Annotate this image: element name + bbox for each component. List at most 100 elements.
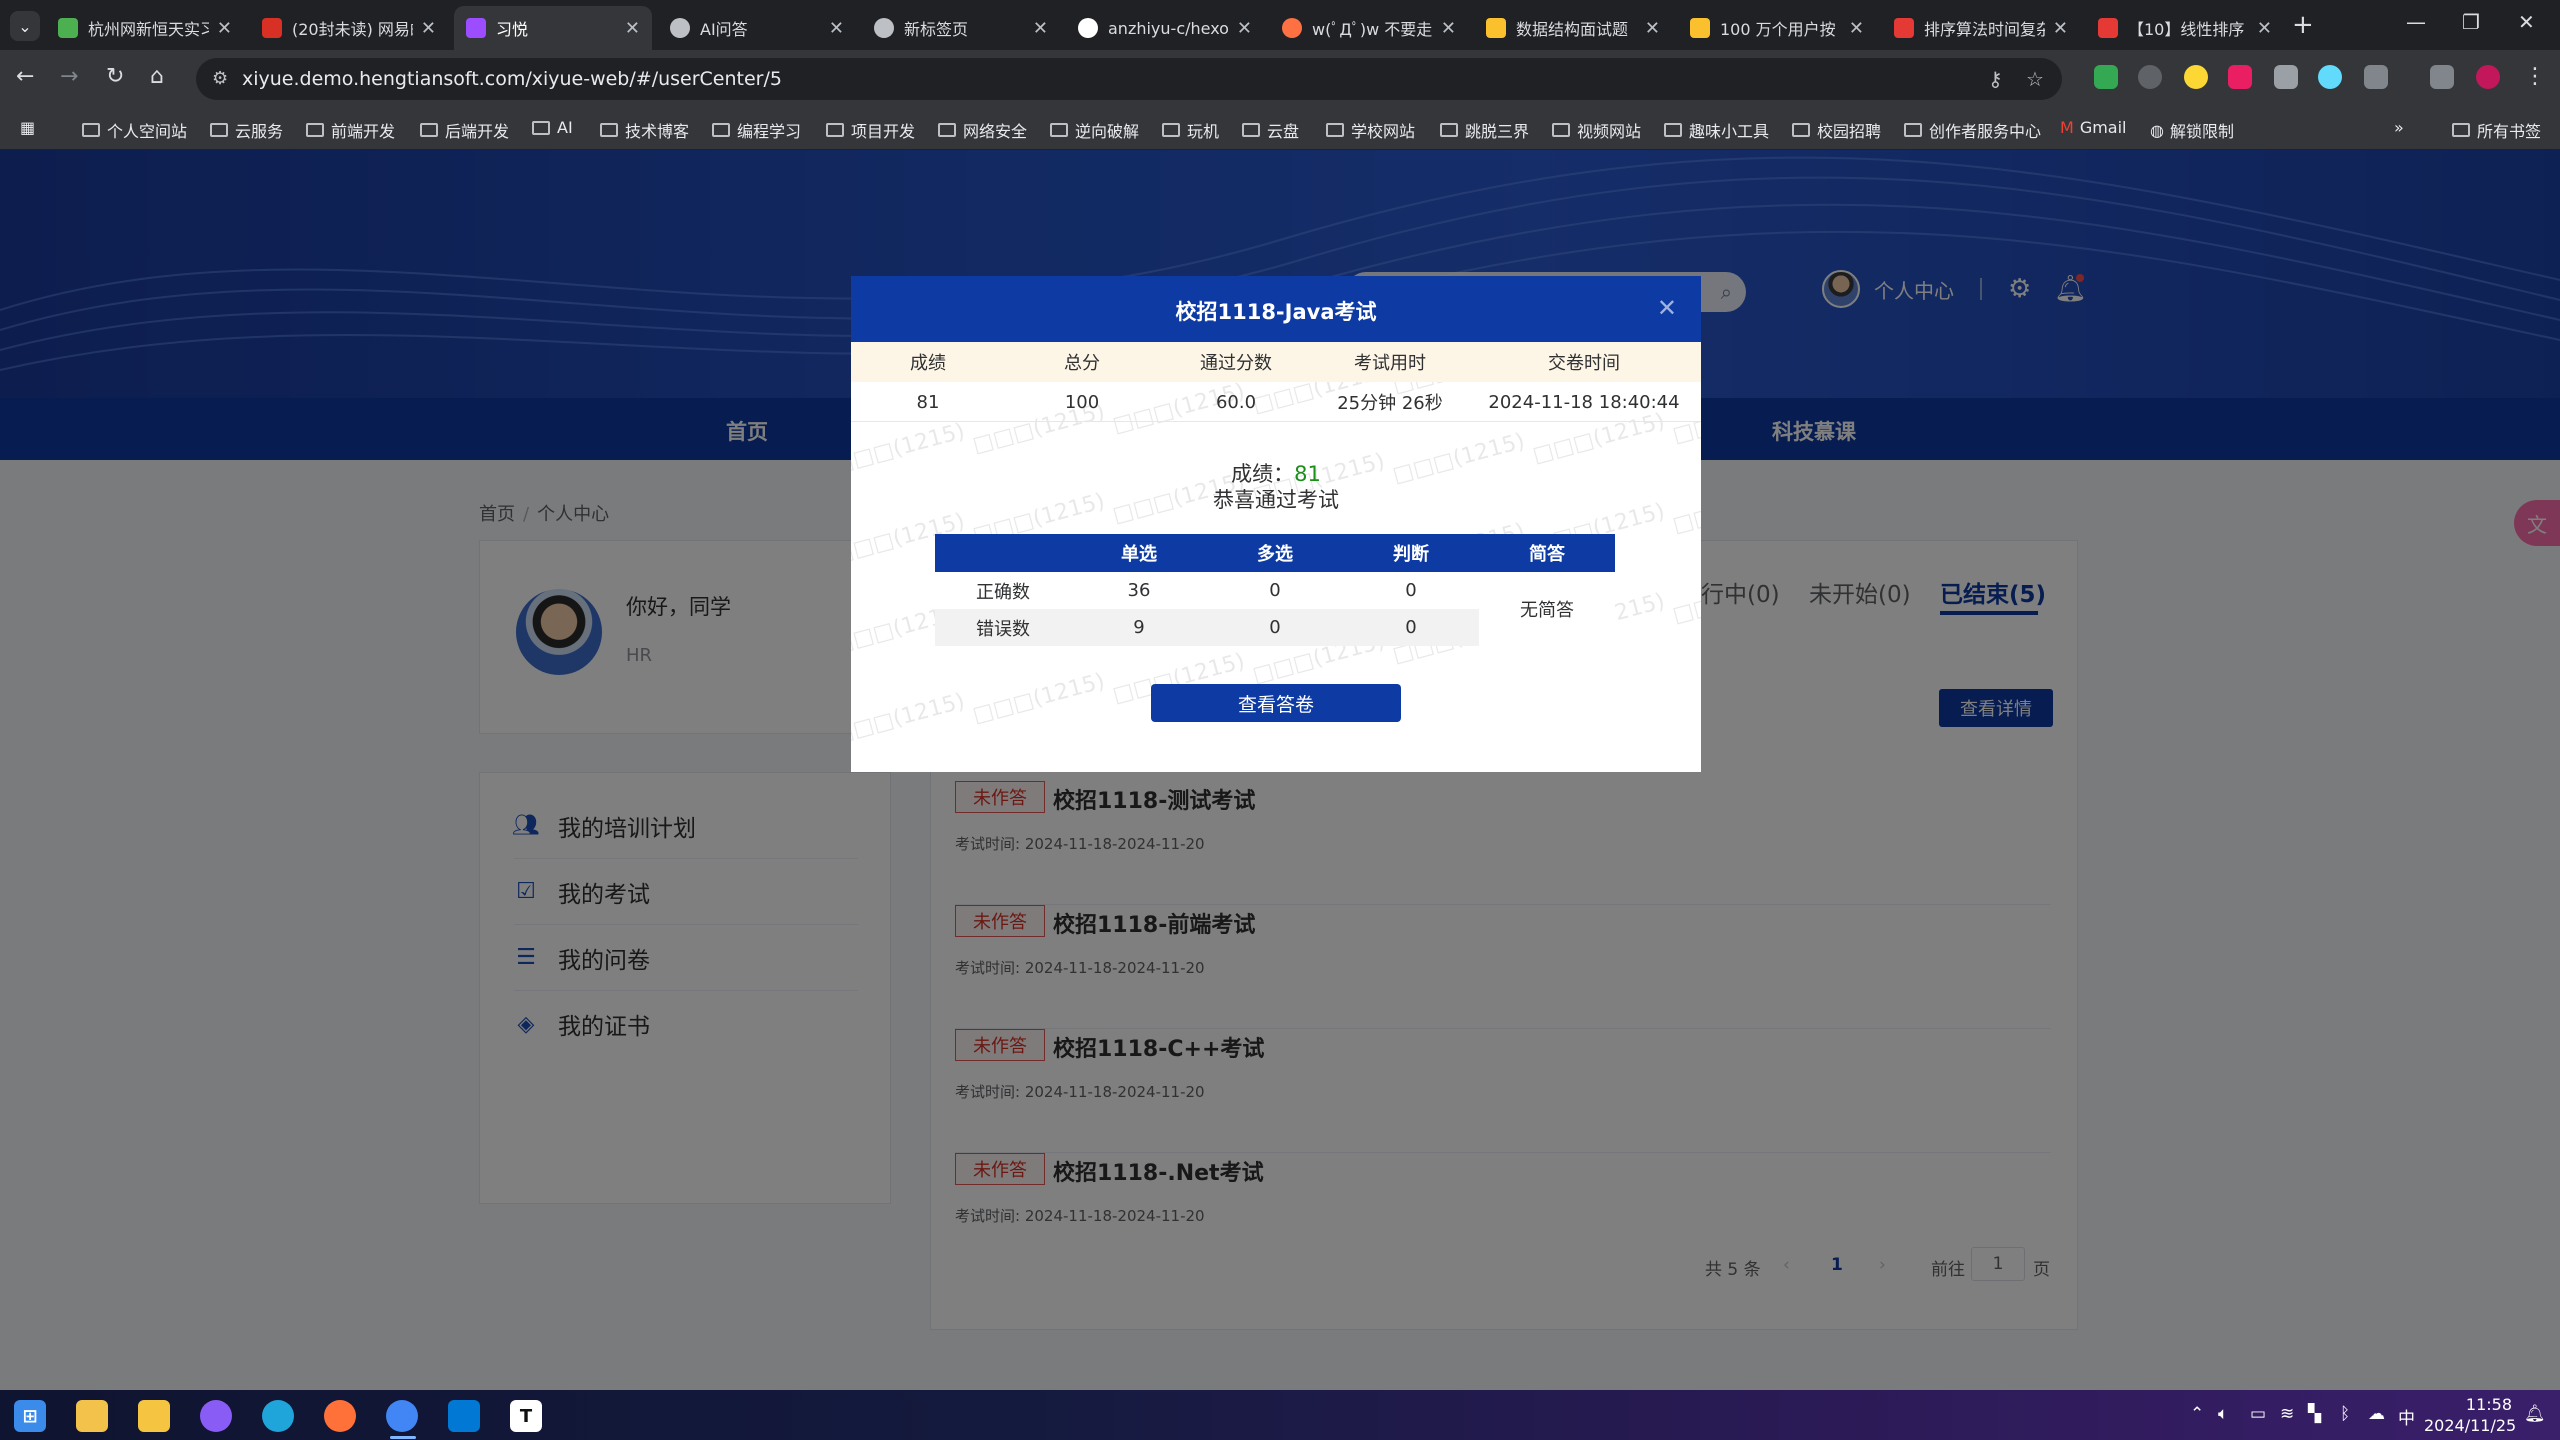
bookmark-label: 云盘 [1267,122,1300,141]
browser-tab[interactable]: 排序算法时间复杂 ✕ [1882,6,2080,50]
close-icon[interactable]: ✕ [1657,294,1677,322]
bookmark-folder[interactable]: 云盘 [1242,118,1299,142]
wifi-icon[interactable]: ≋ [2280,1404,2294,1424]
bookmark-folder[interactable]: 逆向破解 [1050,118,1139,142]
close-icon[interactable]: ✕ [1033,18,1048,39]
firefox-icon[interactable] [324,1400,356,1432]
password-key-icon[interactable]: ⚷ [1988,67,2003,91]
back-icon[interactable]: ← [16,64,34,89]
browser-tab-active[interactable]: 习悦 ✕ [454,6,652,50]
bookmark-folder[interactable]: 趣味小工具 [1664,118,1769,142]
bookmark-folder[interactable]: 技术博客 [600,118,689,142]
dark-mode-icon[interactable] [2184,65,2208,89]
battery-icon[interactable]: ▭ [2250,1404,2266,1424]
typora-icon[interactable]: T [510,1400,542,1432]
browser-tab[interactable]: anzhiyu-c/hexo ✕ [1066,6,1264,50]
extension-icon[interactable] [2094,65,2118,89]
bluetooth-icon[interactable]: ᛒ [2340,1404,2350,1424]
summary-cell-total: 100 [1064,391,1100,413]
close-icon[interactable]: ✕ [1645,18,1660,39]
system-clock[interactable]: 11:58 2024/11/25 [2424,1394,2516,1436]
browser-tab[interactable]: (20封未读) 网易邮箱 ✕ [250,6,448,50]
edge-icon[interactable] [262,1400,294,1432]
download-icon[interactable] [2430,65,2454,89]
input-method-indicator[interactable]: 中 [2398,1404,2415,1429]
bookmark-folder[interactable]: 项目开发 [826,118,915,142]
profile-avatar-icon[interactable] [2476,65,2500,89]
tab-favicon [58,18,78,38]
notification-center-icon[interactable]: 🔔︎ [2524,1404,2546,1424]
extension-icon[interactable] [2138,65,2162,89]
bookmark-folder[interactable]: 视频网站 [1552,118,1641,142]
bookmark-folder[interactable]: 前端开发 [306,118,395,142]
all-bookmarks[interactable]: 所有书签 [2452,118,2541,142]
browser-tab[interactable]: w(ﾟДﾟ)w 不要走 ✕ [1270,6,1468,50]
view-answer-sheet-button[interactable]: 查看答卷 [1151,684,1401,722]
close-icon[interactable]: ✕ [829,18,844,39]
bookmark-folder[interactable]: 学校网站 [1326,118,1415,142]
close-icon[interactable]: ✕ [217,18,232,39]
address-bar[interactable]: ⚙ xiyue.demo.hengtiansoft.com/xiyue-web/… [196,58,2062,100]
vscode-icon[interactable] [448,1400,480,1432]
bookmark-folder[interactable]: 后端开发 [420,118,509,142]
tray-overflow-icon[interactable]: ⌃ [2190,1404,2204,1424]
bookmark-folder[interactable]: 个人空间站 [82,118,187,142]
close-icon[interactable]: ✕ [1237,18,1252,39]
bookmark-star-icon[interactable]: ☆ [2026,67,2044,91]
clock-time: 11:58 [2465,1395,2512,1414]
browser-tab[interactable]: AI问答 ✕ [658,6,856,50]
onedrive-icon[interactable]: ☁ [2368,1404,2385,1424]
forward-icon[interactable]: → [60,64,78,89]
close-icon[interactable]: ✕ [1441,18,1456,39]
bookmark-folder[interactable]: AI [532,118,573,137]
widgets-icon[interactable] [76,1400,108,1432]
minimize-icon[interactable]: — [2406,10,2426,34]
bookmark-folder[interactable]: 编程学习 [712,118,801,142]
close-icon[interactable]: ✕ [625,18,640,39]
chatgpt-icon[interactable] [200,1400,232,1432]
bookmark-folder[interactable]: 玩机 [1162,118,1219,142]
home-icon[interactable]: ⌂ [150,64,164,89]
close-icon[interactable]: ✕ [2257,18,2272,39]
site-info-icon[interactable]: ⚙ [212,68,228,89]
bookmark-folder[interactable]: 创作者服务中心 [1904,118,2041,142]
more-bookmarks-icon[interactable]: » [2394,118,2404,137]
chrome-icon[interactable] [386,1400,418,1432]
tab-favicon [466,18,486,38]
summary-table-header: 成绩 总分 通过分数 考试用时 交卷时间 [851,342,1701,382]
browser-tab[interactable]: 新标签页 ✕ [862,6,1060,50]
folder-icon [1242,123,1260,137]
close-window-icon[interactable]: ✕ [2518,10,2535,34]
summary-cell-pass-score: 60.0 [1215,391,1257,413]
summary-header-cell: 成绩 [910,353,946,374]
new-tab-icon[interactable]: + [2292,10,2314,40]
file-explorer-icon[interactable] [138,1400,170,1432]
bookmark-folder[interactable]: 跳脱三界 [1440,118,1529,142]
bookmark-folder[interactable]: 网络安全 [938,118,1027,142]
apps-grid-icon[interactable]: ▦ [20,118,35,137]
folder-icon [1904,123,1922,137]
bookmark-unlock[interactable]: ◍ 解锁限制 [2150,118,2234,142]
bookmark-gmail[interactable]: M Gmail [2060,118,2127,137]
volume-icon[interactable]: 🔈︎ [2218,1404,2228,1424]
windows-start-icon[interactable]: ⊞ [14,1400,46,1432]
extension-icon[interactable] [2228,65,2252,89]
reload-icon[interactable]: ↻ [106,64,124,89]
vue-devtools-icon[interactable] [2274,65,2298,89]
browser-tab[interactable]: 杭州网新恒天实习 ✕ [46,6,244,50]
close-icon[interactable]: ✕ [421,18,436,39]
bookmark-folder[interactable]: 云服务 [210,118,283,142]
react-icon[interactable] [2318,65,2342,89]
tab-search-icon[interactable]: ⌄ [10,11,40,41]
more-menu-icon[interactable]: ⋮ [2524,64,2546,89]
extensions-puzzle-icon[interactable] [2364,65,2388,89]
network-icon[interactable]: ▚ [2308,1404,2321,1424]
close-icon[interactable]: ✕ [2053,18,2068,39]
browser-tab[interactable]: 数据结构面试题 ✕ [1474,6,1672,50]
bookmark-label: AI [557,118,573,137]
close-icon[interactable]: ✕ [1849,18,1864,39]
browser-tab[interactable]: 100 万个用户按 ✕ [1678,6,1876,50]
restore-icon[interactable]: ❐ [2462,10,2480,34]
bookmark-folder[interactable]: 校园招聘 [1792,118,1881,142]
browser-tab[interactable]: 【10】线性排序 ✕ [2086,6,2284,50]
